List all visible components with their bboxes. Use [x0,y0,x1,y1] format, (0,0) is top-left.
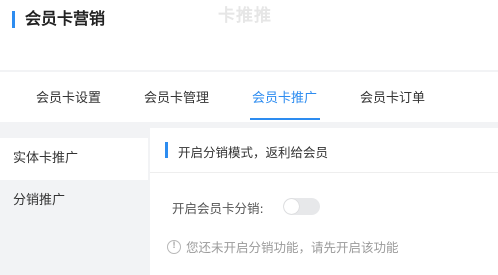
notice-message: ! 您还未开启分销功能，请先开启该功能 [167,237,399,256]
title-accent-bar [12,11,15,28]
notice-text: 您还未开启分销功能，请先开启该功能 [186,240,399,255]
tab-card-orders[interactable]: 会员卡订单 [360,87,425,106]
page-header: 会员卡营销 卡推推 [0,0,498,70]
sidebar-item-distribution-promotion[interactable]: 分销推广 [0,180,148,222]
toggle-knob [284,199,299,214]
info-icon: ! [167,239,181,254]
section-title: 开启分销模式，返利给会员 [178,145,329,160]
tab-card-management[interactable]: 会员卡管理 [144,87,209,106]
page-title: 会员卡营销 [25,9,106,28]
content-panel: 开启分销模式，返利给会员 开启会员卡分销: ! 您还未开启分销功能，请先开启该功… [150,128,498,275]
tab-card-promotion[interactable]: 会员卡推广 [252,87,317,106]
tab-bar: 会员卡设置 会员卡管理 会员卡推广 会员卡订单 [0,72,498,122]
active-tab-indicator [250,118,320,120]
sidebar-item-physical-card-promotion[interactable]: 实体卡推广 [0,138,148,180]
side-menu: 实体卡推广 分销推广 [0,128,148,275]
distribution-toggle-label: 开启会员卡分销: [172,201,264,216]
section-accent-bar [165,142,168,158]
section-divider [150,172,498,173]
page: 会员卡营销 卡推推 会员卡设置 会员卡管理 会员卡推广 会员卡订单 实体卡推广 … [0,0,498,275]
watermark-logo: 卡推推 [218,6,272,26]
tab-card-settings[interactable]: 会员卡设置 [36,87,101,106]
distribution-toggle[interactable] [283,198,320,215]
